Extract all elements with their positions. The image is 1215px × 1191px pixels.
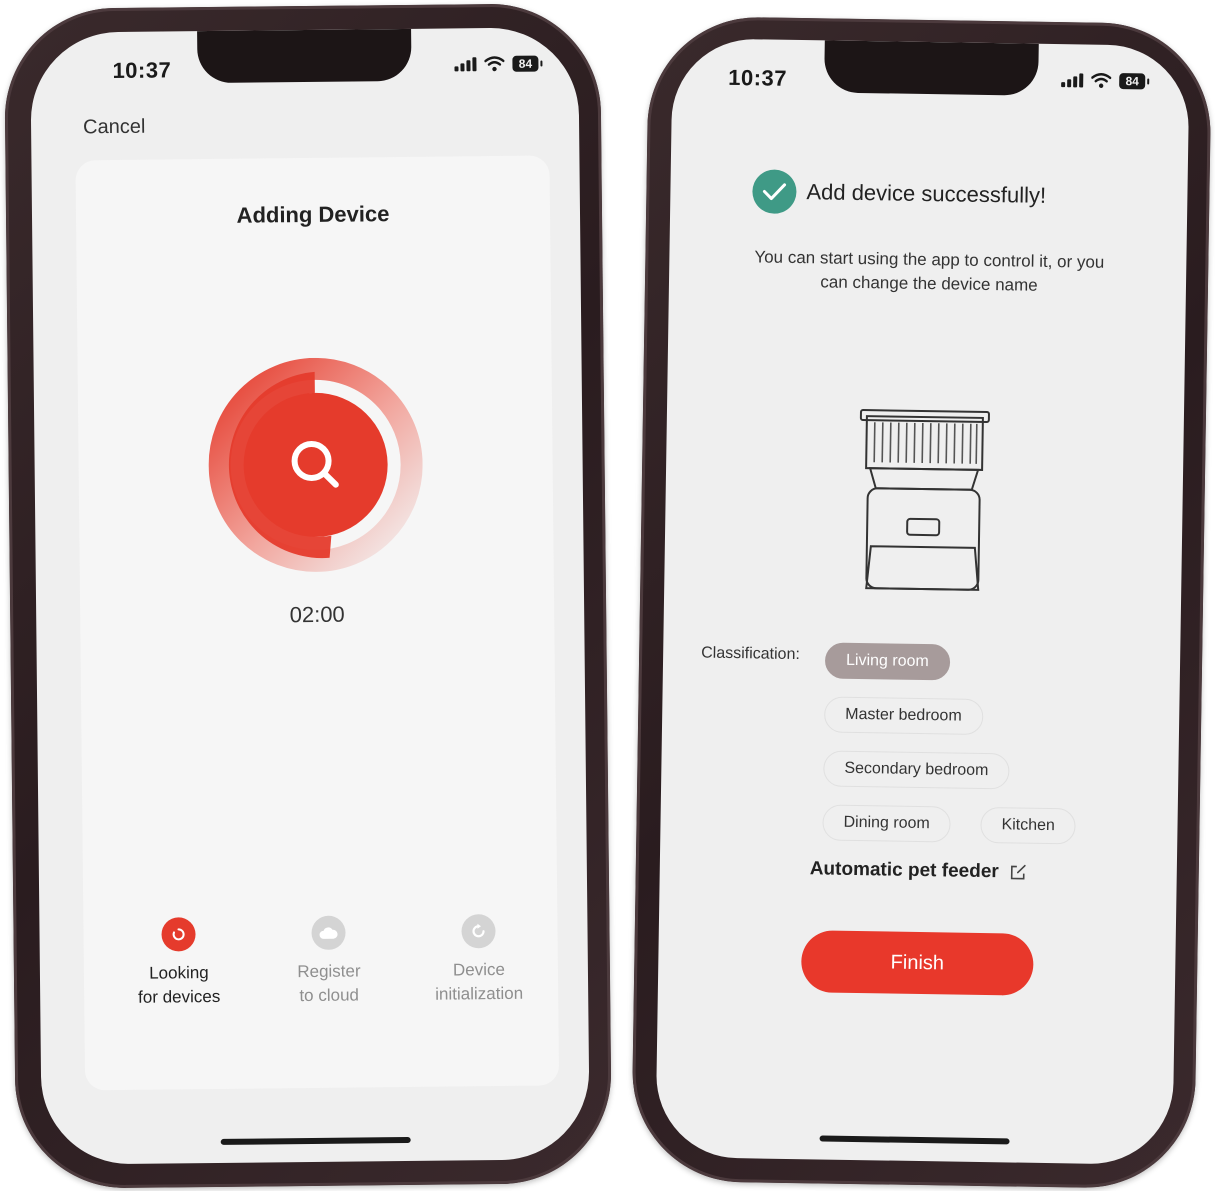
loading-icon xyxy=(161,917,196,952)
room-chip-kitchen[interactable]: Kitchen xyxy=(980,806,1077,845)
battery-icon: 84 xyxy=(512,55,539,72)
wifi-icon xyxy=(484,56,505,72)
adding-device-screen: 10:37 84 Cancel Adding Device 02:00 Look… xyxy=(30,27,590,1165)
refresh-icon xyxy=(461,914,496,949)
notch xyxy=(197,28,412,84)
checkmark-icon xyxy=(752,169,797,214)
cloud-icon xyxy=(311,915,346,950)
battery-icon: 84 xyxy=(1119,73,1146,90)
home-indicator xyxy=(819,1135,1010,1145)
status-icons: 84 xyxy=(454,55,539,73)
room-chip-living-room[interactable]: Living room xyxy=(824,642,951,681)
status-time: 10:37 xyxy=(728,64,788,91)
step-label: Device initialization xyxy=(435,959,524,1004)
phone-right: 10:37 84 Add device successfully! You ca… xyxy=(630,15,1213,1190)
page-title: Adding Device xyxy=(236,201,390,228)
pet-feeder-illustration xyxy=(854,396,997,598)
step-device-initialization: Device initialization xyxy=(403,913,554,1007)
step-label: Looking for devices xyxy=(137,963,221,1007)
room-chip-secondary-bedroom[interactable]: Secondary bedroom xyxy=(823,750,1010,790)
cancel-button[interactable]: Cancel xyxy=(83,116,146,140)
progress-steps: Looking for devices Register to cloud De… xyxy=(83,913,558,1028)
home-indicator xyxy=(220,1136,411,1145)
step-register-to-cloud: Register to cloud xyxy=(253,915,404,1009)
device-name: Automatic pet feeder xyxy=(809,858,999,883)
status-icons: 84 xyxy=(1061,72,1146,90)
device-name-row: Automatic pet feeder xyxy=(660,856,1177,886)
edit-icon[interactable] xyxy=(1009,863,1027,881)
step-looking-for-devices: Looking for devices xyxy=(103,917,254,1011)
wifi-icon xyxy=(1091,73,1112,88)
room-chip-dining-room[interactable]: Dining room xyxy=(822,804,952,843)
phone-left: 10:37 84 Cancel Adding Device 02:00 Look… xyxy=(3,2,613,1190)
step-label: Register to cloud xyxy=(297,961,361,1006)
signal-icon xyxy=(1061,73,1084,88)
status-time: 10:37 xyxy=(112,57,172,84)
classification-label: Classification: xyxy=(701,644,801,664)
notch xyxy=(823,40,1039,96)
search-progress-spinner xyxy=(208,357,424,573)
info-text: You can start using the app to control i… xyxy=(754,247,1105,295)
countdown-timer: 02:00 xyxy=(289,601,345,628)
success-header: Add device successfully! xyxy=(752,169,1046,218)
add-success-screen: 10:37 84 Add device successfully! You ca… xyxy=(655,38,1190,1166)
room-chip-master-bedroom[interactable]: Master bedroom xyxy=(823,696,983,735)
success-title: Add device successfully! xyxy=(806,179,1047,208)
finish-button[interactable]: Finish xyxy=(800,930,1034,996)
adding-device-card: Adding Device 02:00 Looking for devices … xyxy=(75,155,560,1091)
signal-icon xyxy=(454,57,477,72)
